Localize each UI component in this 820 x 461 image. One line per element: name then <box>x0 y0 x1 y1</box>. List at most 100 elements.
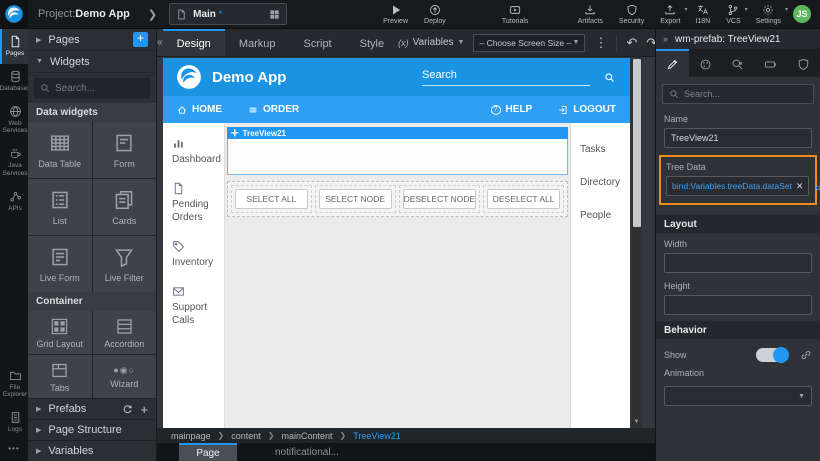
settings-dropdown[interactable]: Settings ▾ <box>748 0 788 28</box>
page-structure-accordion[interactable]: ▶ Page Structure <box>28 419 156 440</box>
add-page-button[interactable]: + <box>133 32 148 47</box>
menu-item-inventory[interactable]: Inventory <box>163 232 224 277</box>
widget-tile-form[interactable]: Form <box>93 122 157 178</box>
artifacts-button[interactable]: Artifacts <box>570 0 611 28</box>
scrollbar-thumb[interactable] <box>633 59 641 227</box>
menu-item-dashboard[interactable]: Dashboard <box>163 129 224 174</box>
menu-item-pending-orders[interactable]: Pending Orders <box>163 174 224 232</box>
export-dropdown[interactable]: Export ▾ <box>652 0 687 28</box>
show-toggle[interactable] <box>756 348 788 362</box>
i18n-button[interactable]: I18N <box>687 0 718 28</box>
rail-more-icon[interactable]: ••• <box>0 440 28 461</box>
select-node-button[interactable]: SELECT NODE <box>319 189 392 209</box>
rail-item-apis[interactable]: APIs <box>0 184 28 219</box>
layout-section-header[interactable]: Layout <box>656 215 820 233</box>
security-button[interactable]: Security <box>611 0 652 28</box>
behavior-section-header[interactable]: Behavior <box>656 321 820 339</box>
widget-tile-wizard[interactable]: ●◉○ Wizard <box>93 355 157 398</box>
clear-binding-icon[interactable]: ✕ <box>792 181 804 192</box>
page-selector[interactable]: Main * <box>169 3 287 25</box>
wavemaker-logo[interactable] <box>0 0 28 28</box>
nav-help[interactable]: ? HELP <box>491 104 533 115</box>
properties-search[interactable] <box>662 84 814 104</box>
tab-style[interactable]: Style <box>346 29 398 56</box>
nav-order[interactable]: ORDER <box>248 104 299 115</box>
deselect-all-button[interactable]: DESELECT ALL <box>487 189 560 209</box>
prefabs-accordion[interactable]: ▶ Prefabs + <box>28 398 156 419</box>
screen-size-select[interactable]: – Choose Screen Size – ▼ <box>473 34 585 52</box>
widget-tile-live-form[interactable]: Live Form <box>28 236 92 292</box>
app-search-field[interactable]: Search <box>422 69 590 86</box>
widget-tile-accordion[interactable]: Accordion <box>93 311 157 354</box>
width-input[interactable] <box>664 253 812 273</box>
widget-tile-live-filter[interactable]: Live Filter <box>93 236 157 292</box>
tab-events[interactable] <box>722 49 755 77</box>
refresh-icon[interactable] <box>122 404 133 415</box>
widget-selection-bar[interactable]: ✛ TreeView21 <box>227 127 568 139</box>
menu-item-directory[interactable]: Directory <box>571 166 630 199</box>
search-icon[interactable] <box>604 72 615 83</box>
animation-select[interactable]: ▼ <box>664 386 812 406</box>
tab-design[interactable]: Design <box>163 29 225 56</box>
widget-tile-list[interactable]: List <box>28 179 92 235</box>
widget-search[interactable] <box>34 78 150 98</box>
rail-item-web-services[interactable]: Web Services <box>0 99 28 142</box>
menu-item-people[interactable]: People <box>571 199 630 232</box>
widget-tile-data-table[interactable]: Data Table <box>28 122 92 178</box>
breadcrumb-maincontent[interactable]: mainContent <box>281 431 332 441</box>
vcs-dropdown[interactable]: VCS ▾ <box>718 0 747 28</box>
user-avatar[interactable]: JS <box>793 5 811 23</box>
tab-security[interactable] <box>787 49 820 77</box>
tab-properties[interactable] <box>656 49 689 77</box>
properties-search-input[interactable] <box>684 89 794 99</box>
add-prefab-icon[interactable]: + <box>140 402 148 417</box>
tab-markup[interactable]: Markup <box>225 29 290 56</box>
selected-treeview-widget[interactable]: ✛ TreeView21 <box>227 127 568 175</box>
variables-accordion[interactable]: ▶ Variables <box>28 440 156 461</box>
scrollbar-down-arrow[interactable]: ▼ <box>634 419 640 428</box>
treeview-widget-area[interactable] <box>227 139 568 175</box>
bind-link-icon[interactable] <box>800 349 812 361</box>
collapse-right-panel-button[interactable]: » <box>663 34 668 44</box>
rail-item-databases[interactable]: Databases <box>0 64 28 99</box>
rail-item-pages[interactable]: Pages <box>0 29 28 64</box>
breadcrumb-content[interactable]: content <box>231 431 261 441</box>
rail-item-file-explorer[interactable]: File Explorer <box>0 363 28 406</box>
canvas-scrollbar[interactable]: ▼ <box>631 58 642 428</box>
deselect-node-button[interactable]: DESELECT NODE <box>403 189 477 209</box>
more-options-icon[interactable]: ⋮ <box>594 36 607 49</box>
rail-item-java-services[interactable]: Java Services <box>0 141 28 184</box>
undo-button[interactable]: ↶ <box>626 36 637 49</box>
menu-item-support-calls[interactable]: Support Calls <box>163 277 224 335</box>
nav-logout[interactable]: LOGOUT <box>558 104 616 115</box>
widget-search-input[interactable] <box>55 83 140 94</box>
name-input[interactable] <box>664 128 812 148</box>
page-grid-icon[interactable] <box>269 9 280 20</box>
variables-dropdown[interactable]: (x) Variables ▼ <box>398 37 464 48</box>
tutorials-button[interactable]: Tutorials <box>494 0 537 28</box>
nav-home[interactable]: HOME <box>177 104 222 115</box>
breadcrumb-mainpage[interactable]: mainpage <box>171 431 211 441</box>
vcs-button[interactable]: VCS <box>718 0 748 28</box>
tree-data-input[interactable]: bind:Variables.treeData.dataSet ✕ <box>666 176 809 196</box>
widget-tile-tabs[interactable]: Tabs <box>28 355 92 398</box>
tab-device[interactable] <box>754 49 787 77</box>
widget-tile-grid-layout[interactable]: Grid Layout <box>28 311 92 354</box>
tab-script[interactable]: Script <box>290 29 346 56</box>
select-all-button[interactable]: SELECT ALL <box>235 189 308 209</box>
pages-accordion[interactable]: ▶ Pages + <box>28 29 156 51</box>
widgets-accordion[interactable]: ▼ Widgets <box>28 51 156 73</box>
tab-styles[interactable] <box>689 49 722 77</box>
breadcrumb-treeview21[interactable]: TreeView21 <box>353 431 401 441</box>
settings-button[interactable]: Settings <box>748 0 789 28</box>
move-handle-icon[interactable]: ✛ <box>231 128 239 139</box>
preview-button[interactable]: Preview <box>375 0 416 28</box>
deploy-button[interactable]: Deploy <box>416 0 454 28</box>
widget-tile-cards[interactable]: Cards <box>93 179 157 235</box>
rail-item-logs[interactable]: Logs <box>0 405 28 440</box>
menu-item-tasks[interactable]: Tasks <box>571 133 630 166</box>
page-tab[interactable]: Page <box>179 443 237 461</box>
export-button[interactable]: Export <box>652 0 688 28</box>
height-input[interactable] <box>664 295 812 315</box>
bind-link-icon[interactable] <box>814 180 820 192</box>
